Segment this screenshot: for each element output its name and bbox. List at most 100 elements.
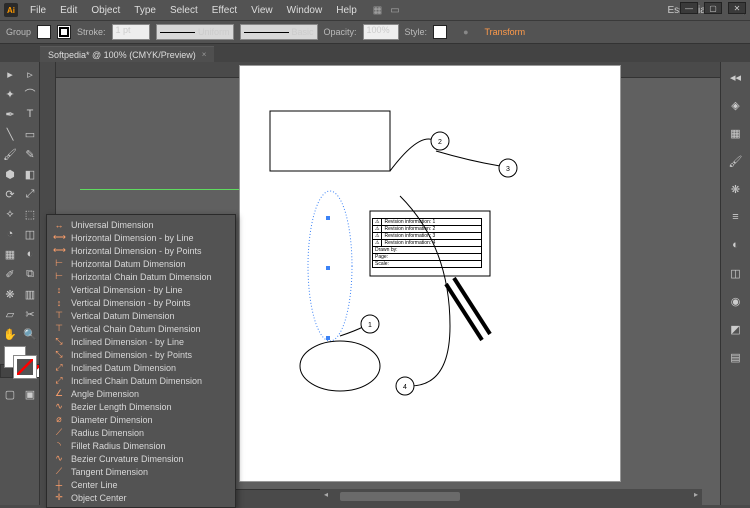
rectangle-tool[interactable]: ▭: [20, 124, 40, 144]
fly-horiz-dim-line[interactable]: ⟷Horizontal Dimension - by Line: [47, 231, 235, 244]
stroke-weight-input[interactable]: 1 pt: [112, 24, 150, 40]
menu-edit[interactable]: Edit: [54, 5, 83, 16]
zoom-tool[interactable]: 🔍: [20, 324, 40, 344]
free-transform-tool[interactable]: ⬚: [20, 204, 40, 224]
symbols-panel-icon[interactable]: ❋: [727, 180, 745, 198]
fly-universal-dimension[interactable]: ↔Universal Dimension: [47, 218, 235, 231]
revision-table[interactable]: ⚠Revision information: 1 ⚠Revision infor…: [372, 218, 482, 268]
rect-1[interactable]: [270, 111, 390, 171]
layers-panel-icon[interactable]: ▤: [727, 348, 745, 366]
type-tool[interactable]: T: [20, 104, 40, 124]
graphic-styles-panel-icon[interactable]: ◩: [727, 320, 745, 338]
fly-diameter-dim[interactable]: ⌀Diameter Dimension: [47, 413, 235, 426]
fly-center-line[interactable]: ┼Center Line: [47, 478, 235, 491]
stroke-swatch[interactable]: [57, 25, 71, 39]
expand-panels-icon[interactable]: ◂◂: [727, 68, 745, 86]
fly-vert-dim-line[interactable]: ↕Vertical Dimension - by Line: [47, 283, 235, 296]
fly-vert-datum-dim[interactable]: ⊤Vertical Datum Dimension: [47, 309, 235, 322]
fly-bezier-length[interactable]: ∿Bezier Length Dimension: [47, 400, 235, 413]
fly-vert-chain-datum[interactable]: ⊤Vertical Chain Datum Dimension: [47, 322, 235, 335]
blend-tool[interactable]: ⧉: [20, 264, 40, 284]
shape-builder-tool[interactable]: ◔: [0, 224, 20, 244]
appearance-panel-icon[interactable]: ◉: [727, 292, 745, 310]
screen-mode-normal[interactable]: ▢: [0, 384, 20, 404]
lasso-tool[interactable]: ⌒: [20, 84, 40, 104]
ellipse-2[interactable]: [300, 341, 380, 391]
fly-horiz-datum-dim[interactable]: ⊢Horizontal Datum Dimension: [47, 257, 235, 270]
line-tool[interactable]: ╲: [0, 124, 20, 144]
mesh-tool[interactable]: ▦: [0, 244, 20, 264]
menu-select[interactable]: Select: [164, 5, 204, 16]
menu-window[interactable]: Window: [281, 5, 329, 16]
artboard-tool[interactable]: ▱: [0, 304, 20, 324]
scale-tool[interactable]: ⤢: [20, 184, 40, 204]
scroll-left-icon[interactable]: ◂: [324, 490, 328, 499]
menu-help[interactable]: Help: [330, 5, 363, 16]
menu-effect[interactable]: Effect: [206, 5, 243, 16]
document-tab[interactable]: Softpedia* @ 100% (CMYK/Preview) ×: [40, 46, 214, 62]
leader-3[interactable]: [436, 151, 500, 166]
symbol-sprayer-tool[interactable]: ❋: [0, 284, 20, 304]
pencil-tool[interactable]: ✎: [20, 144, 40, 164]
style-swatch[interactable]: [433, 25, 447, 39]
fly-horiz-chain-datum[interactable]: ⊢Horizontal Chain Datum Dimension: [47, 270, 235, 283]
slice-tool[interactable]: ✂: [20, 304, 40, 324]
color-panel-icon[interactable]: ◈: [727, 96, 745, 114]
fly-radius-dim[interactable]: ⟋Radius Dimension: [47, 426, 235, 439]
fly-fillet-radius[interactable]: ◝Fillet Radius Dimension: [47, 439, 235, 452]
hand-tool[interactable]: ✋: [0, 324, 20, 344]
window-maximize[interactable]: ▢: [704, 2, 722, 14]
fill-swatch[interactable]: [37, 25, 51, 39]
color-swatches[interactable]: [0, 344, 40, 382]
eraser-tool[interactable]: ◧: [20, 164, 40, 184]
dimension-icon: ⤡: [53, 336, 65, 347]
fly-angle-dim[interactable]: ∠Angle Dimension: [47, 387, 235, 400]
swatches-panel-icon[interactable]: ▦: [727, 124, 745, 142]
fly-incl-dim-line[interactable]: ⤡Inclined Dimension - by Line: [47, 335, 235, 348]
menu-type[interactable]: Type: [128, 5, 162, 16]
direct-selection-tool[interactable]: ▹: [20, 64, 40, 84]
window-minimize[interactable]: —: [680, 2, 698, 14]
fly-incl-chain-datum[interactable]: ⤢Inclined Chain Datum Dimension: [47, 374, 235, 387]
stroke-profile-dropdown[interactable]: Uniform: [156, 24, 234, 40]
artboard[interactable]: 2 3 1 4 ⚠Revision information: 1 ⚠Revisi…: [240, 66, 620, 481]
gradient-panel-icon[interactable]: ◐: [727, 236, 745, 254]
window-close[interactable]: ✕: [728, 2, 746, 14]
width-tool[interactable]: ⟡: [0, 204, 20, 224]
fly-object-center[interactable]: ✛Object Center: [47, 491, 235, 504]
pen-tool[interactable]: ✒: [0, 104, 20, 124]
scrollbar-thumb[interactable]: [340, 492, 460, 501]
fly-incl-dim-points[interactable]: ⤡Inclined Dimension - by Points: [47, 348, 235, 361]
graph-tool[interactable]: ▥: [20, 284, 40, 304]
menu-view[interactable]: View: [245, 5, 279, 16]
menu-file[interactable]: File: [24, 5, 52, 16]
fly-incl-datum-dim[interactable]: ⤢Inclined Datum Dimension: [47, 361, 235, 374]
menu-object[interactable]: Object: [85, 5, 126, 16]
stroke-panel-icon[interactable]: ≡: [727, 208, 745, 226]
selection-tool[interactable]: ▸: [0, 64, 20, 84]
scroll-right-icon[interactable]: ▸: [694, 490, 698, 499]
blob-brush-tool[interactable]: ⬢: [0, 164, 20, 184]
stroke-color[interactable]: [14, 356, 36, 378]
magic-wand-tool[interactable]: ✦: [0, 84, 20, 104]
brushes-panel-icon[interactable]: 🖌: [727, 152, 745, 170]
gradient-tool[interactable]: ◐: [20, 244, 40, 264]
fly-tangent-dim[interactable]: ⟋Tangent Dimension: [47, 465, 235, 478]
close-tab-icon[interactable]: ×: [202, 50, 207, 59]
arrange-icon[interactable]: ▭: [390, 5, 399, 16]
screen-mode-full[interactable]: ▣: [20, 384, 40, 404]
fly-bezier-curvature[interactable]: ∿Bezier Curvature Dimension: [47, 452, 235, 465]
opacity-input[interactable]: 100%: [363, 24, 399, 40]
scrollbar-horizontal[interactable]: ◂ ▸: [320, 489, 702, 505]
paintbrush-tool[interactable]: 🖌: [0, 144, 20, 164]
bridge-icon[interactable]: ▦: [373, 5, 382, 16]
brush-dropdown[interactable]: Basic: [240, 24, 318, 40]
transparency-panel-icon[interactable]: ◫: [727, 264, 745, 282]
transform-link[interactable]: Transform: [485, 27, 526, 37]
leader-2[interactable]: [390, 139, 435, 171]
eyedropper-tool[interactable]: ✐: [0, 264, 20, 284]
fly-horiz-dim-points[interactable]: ⟷Horizontal Dimension - by Points: [47, 244, 235, 257]
rotate-tool[interactable]: ⟳: [0, 184, 20, 204]
fly-vert-dim-points[interactable]: ↕Vertical Dimension - by Points: [47, 296, 235, 309]
perspective-tool[interactable]: ◫: [20, 224, 40, 244]
